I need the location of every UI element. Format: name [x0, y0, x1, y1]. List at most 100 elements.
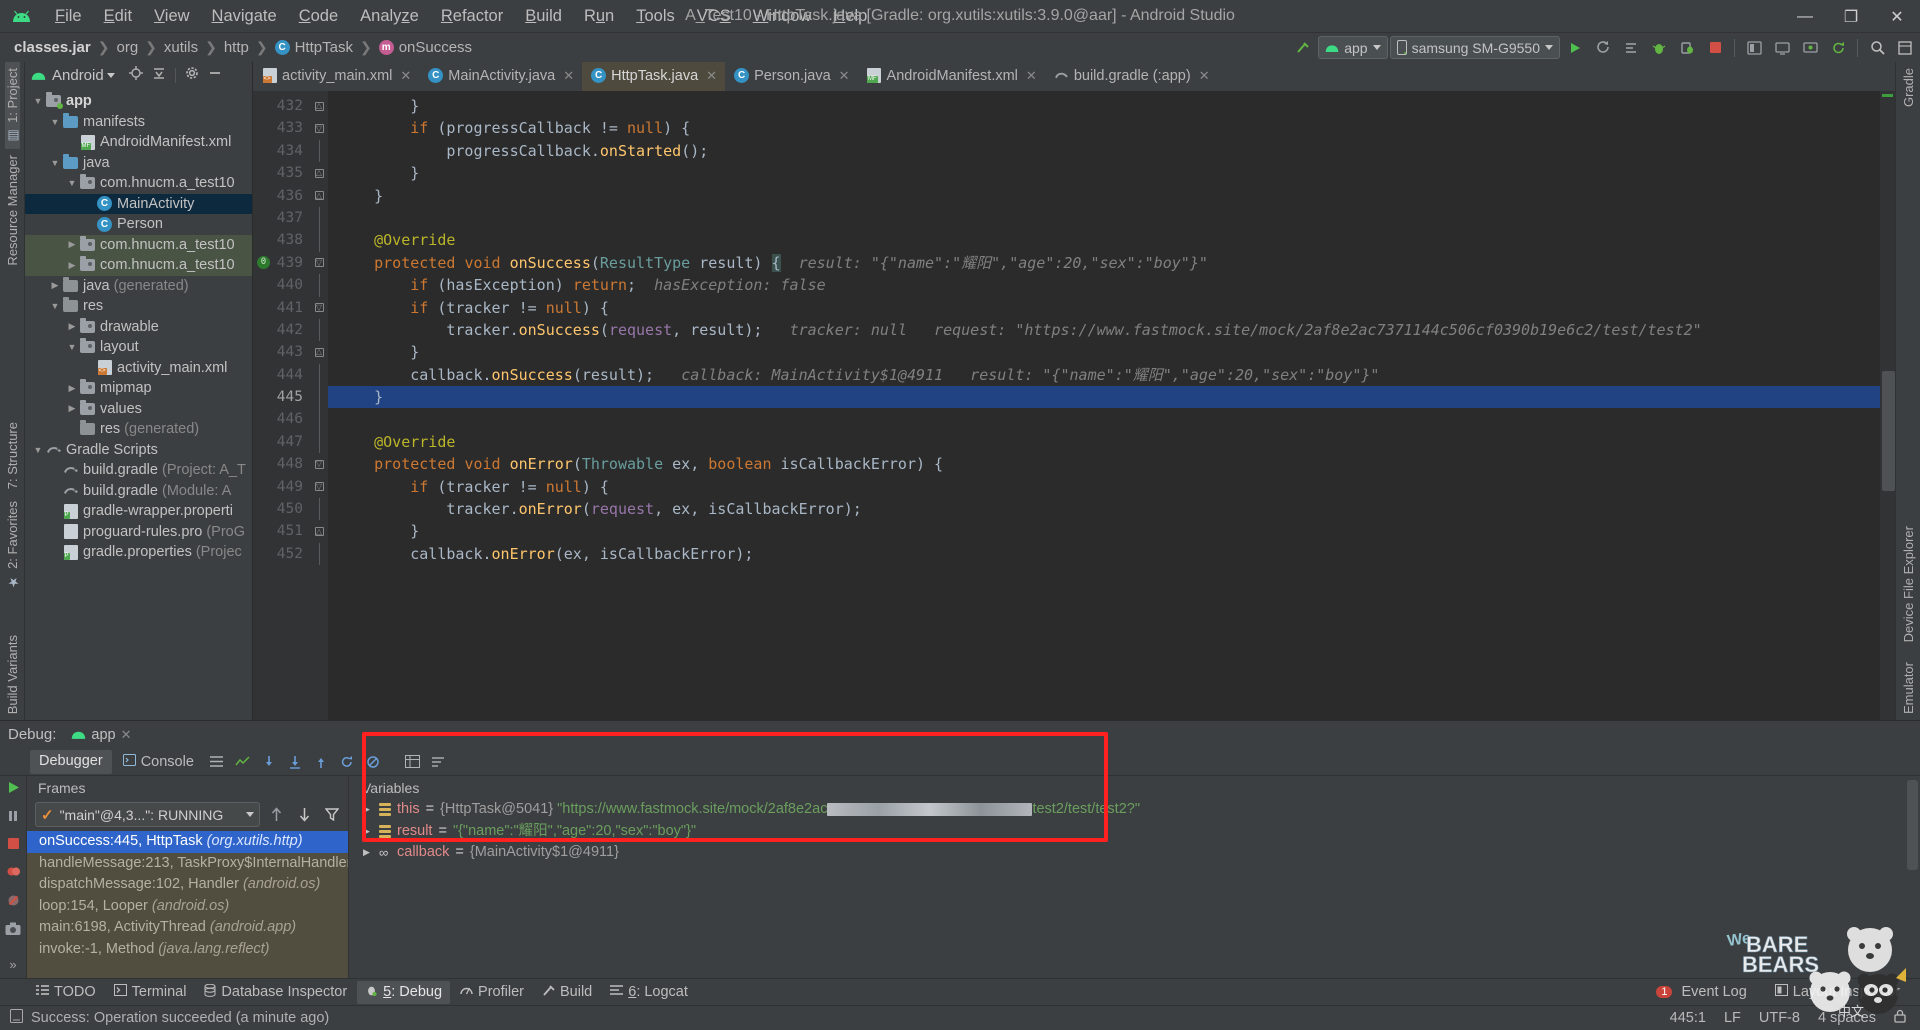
menu-file[interactable]: File: [44, 4, 93, 29]
mute-breakpoints-icon[interactable]: [361, 751, 385, 773]
code-line[interactable]: if (tracker != null) {: [328, 297, 1880, 319]
layout-inspector-icon[interactable]: [1741, 35, 1767, 60]
fold-end-icon[interactable]: △: [314, 347, 324, 357]
tool-window-database-inspector[interactable]: Database Inspector: [196, 981, 355, 1004]
close-icon[interactable]: ✕: [1026, 68, 1037, 84]
tool-window-bar[interactable]: TODO Terminal Database Inspector 5: Debu…: [0, 978, 1920, 1005]
tree-item[interactable]: activity_main.xml: [25, 358, 252, 379]
file-encoding[interactable]: UTF-8: [1759, 1010, 1800, 1026]
sidebar-item-build-variants[interactable]: Build Variants: [5, 595, 20, 720]
tree-item[interactable]: AndroidManifest.xml: [25, 132, 252, 153]
debugger-tab-row[interactable]: Debugger Console: [0, 748, 1920, 776]
variables-list[interactable]: ▶ this = {HttpTask@5041} "https://www.fastm…: [349, 799, 1920, 978]
tree-item[interactable]: proguard-rules.pro (ProG: [25, 522, 252, 543]
tab-debugger[interactable]: Debugger: [30, 749, 112, 774]
gear-icon[interactable]: [185, 66, 199, 85]
fold-marker[interactable]: [310, 430, 328, 454]
fold-marker[interactable]: ▽: [310, 453, 328, 475]
fold-marker[interactable]: [310, 542, 328, 566]
code-line[interactable]: }: [328, 162, 1880, 184]
chart-icon[interactable]: [231, 751, 255, 773]
fold-marker[interactable]: △: [310, 95, 328, 117]
tool-window-terminal[interactable]: Terminal: [106, 981, 195, 1003]
screenshot-icon[interactable]: [5, 922, 21, 941]
line-number[interactable]: 448: [253, 453, 310, 475]
debug-session-tab[interactable]: app ✕: [66, 726, 136, 744]
tree-expand-arrow[interactable]: ▼: [31, 445, 45, 455]
code-line[interactable]: callback.onSuccess(result); callback: Ma…: [328, 364, 1880, 386]
project-tree[interactable]: ▼ app ▼ manifests AndroidManifest.xml ▼ java ▼ c…: [25, 89, 252, 720]
thread-selector[interactable]: ✓ "main"@4,3...": RUNNING: [35, 802, 260, 827]
tab-console[interactable]: Console: [114, 751, 203, 773]
debug-icon[interactable]: [1646, 35, 1672, 60]
minimize-button[interactable]: —: [1782, 0, 1828, 33]
menu-code[interactable]: Code: [288, 4, 349, 29]
expand-arrow-icon[interactable]: ▶: [363, 821, 373, 843]
code-area[interactable]: } if (progressCallback != null) { progre…: [328, 91, 1880, 720]
line-number[interactable]: 451: [253, 520, 310, 542]
editor-tab[interactable]: AndroidManifest.xml ✕: [858, 62, 1045, 91]
fold-end-icon[interactable]: △: [314, 527, 324, 537]
stop-icon[interactable]: [7, 837, 20, 855]
filter-frames-icon[interactable]: [320, 804, 344, 826]
frame-item[interactable]: main:6198, ActivityThread (android.app): [27, 917, 348, 939]
fold-marker[interactable]: [310, 318, 328, 342]
collapse-all-icon[interactable]: [152, 66, 166, 85]
code-line[interactable]: }: [328, 95, 1880, 117]
menu-build[interactable]: Build: [514, 4, 573, 29]
run-configuration-selector[interactable]: app: [1318, 36, 1388, 59]
line-separator[interactable]: LF: [1724, 1010, 1741, 1026]
breadcrumb-http[interactable]: http: [224, 39, 249, 56]
sidebar-item-device-file-explorer[interactable]: Device File Explorer: [1901, 520, 1916, 648]
line-number[interactable]: 443: [253, 341, 310, 363]
line-number[interactable]: 441: [253, 297, 310, 319]
fold-collapse-icon[interactable]: ▽: [314, 459, 324, 469]
lock-icon[interactable]: [1894, 1009, 1906, 1027]
sidebar-item-favorites[interactable]: ★ 2: Favorites: [5, 495, 20, 595]
fold-marker[interactable]: [310, 498, 328, 521]
tree-item[interactable]: C MainActivity: [25, 193, 252, 214]
expand-arrow-icon[interactable]: ▶: [363, 799, 373, 821]
tree-expand-arrow[interactable]: ▶: [65, 403, 79, 414]
menu-navigate[interactable]: Navigate: [201, 4, 288, 29]
editor-tab[interactable]: C HttpTask.java ✕: [582, 62, 726, 91]
layout-settings-icon[interactable]: [205, 751, 229, 773]
line-number[interactable]: 444: [253, 364, 310, 386]
fold-collapse-icon[interactable]: ▽: [314, 482, 324, 492]
rerun-icon[interactable]: [1590, 35, 1616, 60]
error-marker-bar[interactable]: [1880, 91, 1895, 720]
menu-view[interactable]: View: [143, 4, 200, 29]
code-line[interactable]: if (progressCallback != null) {: [328, 117, 1880, 139]
device-selector[interactable]: samsung SM-G9550: [1389, 36, 1560, 59]
tree-item[interactable]: ▶ com.hnucm.a_test10: [25, 255, 252, 276]
tree-expand-arrow[interactable]: ▶: [65, 321, 79, 332]
variable-row[interactable]: ▶ ∞ callback = {MainActivity$1@4911}: [363, 842, 1920, 864]
tree-item[interactable]: res (generated): [25, 419, 252, 440]
code-line[interactable]: }: [328, 185, 1880, 207]
breadcrumb-httptask[interactable]: C HttpTask: [274, 39, 353, 56]
tree-expand-arrow[interactable]: ▼: [48, 158, 62, 168]
breadcrumb-org[interactable]: org: [116, 39, 138, 56]
expand-arrow-icon[interactable]: ▶: [363, 842, 373, 864]
sidebar-item-project[interactable]: ▤ 1: Project: [4, 62, 20, 149]
project-structure-icon[interactable]: [1892, 35, 1918, 60]
code-line[interactable]: @Override: [328, 229, 1880, 251]
fold-marker[interactable]: [310, 229, 328, 252]
locate-icon[interactable]: [128, 66, 143, 85]
tool-window-profiler[interactable]: Profiler: [452, 981, 532, 1003]
variable-row[interactable]: ▶ result = "{"name":"耀阳","age":20,"sex":"bo…: [363, 821, 1920, 843]
step-out-icon[interactable]: [309, 751, 333, 773]
code-line[interactable]: tracker.onSuccess(request, result); trac…: [328, 319, 1880, 341]
tool-window-build[interactable]: Build: [534, 981, 600, 1004]
tool-window-event-log[interactable]: 1 Event Log: [1648, 981, 1754, 1003]
code-line[interactable]: if (hasException) return; hasException: …: [328, 274, 1880, 296]
frame-item[interactable]: onSuccess:445, HttpTask (org.xutils.http…: [27, 831, 348, 853]
sidebar-item-structure[interactable]: 7: Structure: [5, 416, 20, 495]
line-number[interactable]: 438: [253, 229, 310, 251]
editor-tab-strip[interactable]: activity_main.xml ✕ C MainActivity.java ✕ C Ht…: [253, 62, 1895, 91]
tree-item[interactable]: ▼ layout: [25, 337, 252, 358]
code-line[interactable]: @Override: [328, 431, 1880, 453]
editor-scrollbar-thumb[interactable]: [1882, 371, 1895, 491]
attach-debugger-icon[interactable]: [1674, 35, 1700, 60]
line-number[interactable]: 450: [253, 498, 310, 520]
